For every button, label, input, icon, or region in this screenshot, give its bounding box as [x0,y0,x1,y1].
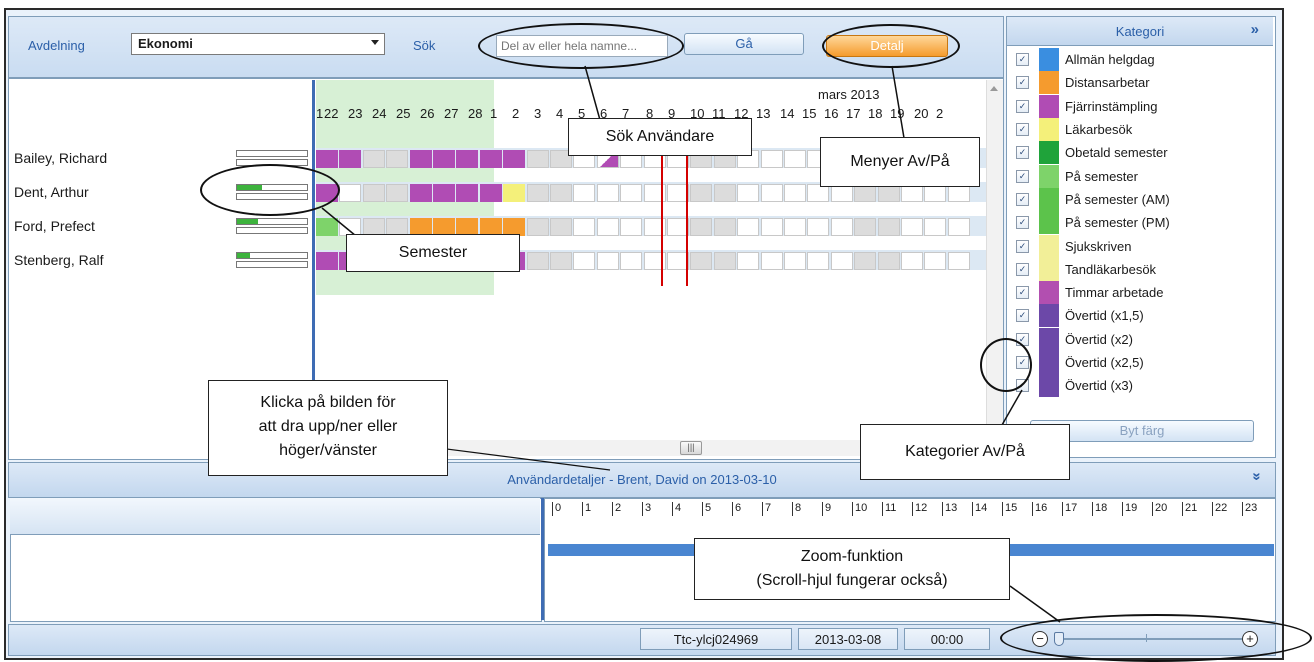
arrow-category [1001,389,1023,426]
arrow-search [584,65,601,121]
callout-categories-toggle: Kategorier Av/På [860,424,1070,480]
drag-hint-line: höger/vänster [279,442,377,459]
zoom-hint-line: (Scroll-hjul fungerar också) [756,572,948,589]
callout-zoom: Zoom-funktion (Scroll-hjul fungerar ocks… [694,538,1010,600]
drag-hint-line: att dra upp/ner eller [258,418,398,435]
callout-search-users: Sök Användare [568,118,752,156]
callout-vacation: Semester [346,234,520,272]
drag-hint-line: Klicka på bilden för [260,394,396,411]
arrow-zoom [1009,585,1061,623]
callout-drag-hint: Klicka på bilden för att dra upp/ner ell… [208,380,448,476]
zoom-hint-line: Zoom-funktion [800,548,904,565]
arrow-detail [891,65,905,139]
callout-menus-toggle: Menyer Av/På [820,137,980,187]
annotation-arrows [321,65,1061,623]
arrow-vacation [321,207,357,237]
